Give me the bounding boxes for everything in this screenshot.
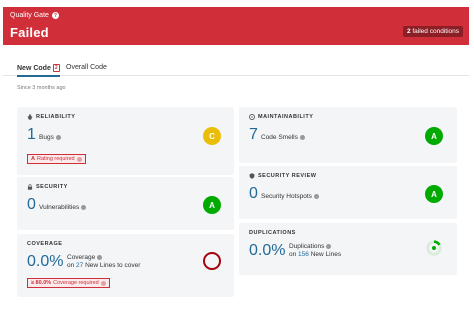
coverage-label: Coverage xyxy=(67,254,96,261)
shield-icon xyxy=(249,173,255,179)
info-icon[interactable] xyxy=(97,255,103,260)
security-hotspots-value[interactable]: 0 xyxy=(249,185,258,203)
coverage-lines-link[interactable]: 27 xyxy=(76,262,83,269)
duplications-metric: Duplications on 156 New Lines xyxy=(289,243,341,258)
coverage-condition-prefix: ≥ 80.0% xyxy=(31,280,52,286)
tab-new-code-label: New Code xyxy=(17,65,51,72)
reliability-condition-text: Rating required xyxy=(36,156,75,162)
code-smells-label: Code Smells xyxy=(261,134,298,141)
maintainability-card: MAINTAINABILITY 7 Code Smells A xyxy=(239,107,457,163)
duplications-card: DUPLICATIONS 0.0% Duplications on 156 Ne… xyxy=(239,223,457,275)
coverage-condition-text: Coverage required xyxy=(53,280,99,286)
quality-gate-status: Failed xyxy=(10,25,49,40)
vulnerabilities-metric: Vulnerabilities xyxy=(39,204,87,211)
tab-new-code[interactable]: New Code 2 xyxy=(17,64,60,77)
maintainability-title: MAINTAINABILITY xyxy=(249,114,313,120)
quality-gate-title: Quality Gate xyxy=(10,12,49,19)
help-icon[interactable]: ? xyxy=(51,12,59,19)
reliability-card: RELIABILITY 1 Bugs C A Rating required xyxy=(17,107,234,175)
security-review-rating[interactable]: A xyxy=(425,185,443,203)
vulnerabilities-value[interactable]: 0 xyxy=(27,196,36,214)
duplications-donut-icon xyxy=(426,240,442,256)
failed-conditions-count: 2 xyxy=(406,28,411,35)
coverage-title: COVERAGE xyxy=(27,241,63,247)
security-hotspots-label: Security Hotspots xyxy=(261,193,312,200)
duplications-value[interactable]: 0.0% xyxy=(249,242,285,260)
code-smells-metric: Code Smells xyxy=(261,134,305,141)
coverage-condition-badge: ≥ 80.0% Coverage required xyxy=(27,278,110,288)
info-icon[interactable] xyxy=(55,135,61,140)
security-hotspots-metric: Security Hotspots xyxy=(261,193,319,200)
code-smells-value[interactable]: 7 xyxy=(249,126,258,144)
tab-overall-code[interactable]: Overall Code xyxy=(66,64,107,71)
info-icon[interactable] xyxy=(313,194,319,199)
duplications-on-prefix: on xyxy=(289,251,297,258)
tab-new-code-badge: 2 xyxy=(52,64,60,72)
bugs-metric: Bugs xyxy=(39,134,61,141)
security-title: SECURITY xyxy=(27,184,68,190)
coverage-on-prefix: on xyxy=(67,262,75,269)
security-rating[interactable]: A xyxy=(203,196,221,214)
info-icon[interactable] xyxy=(299,135,305,140)
reliability-rating[interactable]: C xyxy=(203,127,221,145)
security-title-label: SECURITY xyxy=(36,184,68,190)
security-review-card: SECURITY REVIEW 0 Security Hotspots A xyxy=(239,166,457,219)
security-card: SECURITY 0 Vulnerabilities A xyxy=(17,177,234,230)
info-icon[interactable] xyxy=(76,156,82,162)
vulnerabilities-label: Vulnerabilities xyxy=(39,204,80,211)
info-icon[interactable] xyxy=(81,205,87,210)
duplications-lines-link[interactable]: 156 xyxy=(298,251,309,258)
code-tabs: New Code 2 Overall Code xyxy=(3,60,469,77)
coverage-lines-text: New Lines to cover xyxy=(85,262,141,269)
gauge-icon xyxy=(249,114,255,120)
bug-icon xyxy=(27,114,33,120)
reliability-title-label: RELIABILITY xyxy=(36,114,76,120)
coverage-metric: Coverage on 27 New Lines to cover xyxy=(67,254,140,269)
maintainability-rating[interactable]: A xyxy=(425,127,443,145)
duplications-title: DUPLICATIONS xyxy=(249,230,296,236)
reliability-condition-prefix: A xyxy=(31,156,35,162)
coverage-ring-icon xyxy=(203,252,221,270)
reliability-title: RELIABILITY xyxy=(27,114,75,120)
failed-conditions-text: failed conditions xyxy=(412,28,459,35)
bugs-value[interactable]: 1 xyxy=(27,126,36,144)
lock-icon xyxy=(27,184,33,190)
duplications-lines-text: New Lines xyxy=(310,251,342,258)
maintainability-title-label: MAINTAINABILITY xyxy=(258,114,314,120)
duplications-label: Duplications xyxy=(289,243,325,250)
security-review-title: SECURITY REVIEW xyxy=(249,173,316,179)
quality-gate-label: Quality Gate ? xyxy=(10,12,59,19)
security-review-title-label: SECURITY REVIEW xyxy=(258,173,317,179)
coverage-value[interactable]: 0.0% xyxy=(27,253,63,271)
failed-conditions-badge[interactable]: 2 failed conditions xyxy=(402,26,463,37)
info-icon[interactable] xyxy=(100,280,106,286)
reliability-condition-badge: A Rating required xyxy=(27,154,86,164)
quality-gate-banner: Quality Gate ? Failed 2 failed condition… xyxy=(3,7,469,45)
info-icon[interactable] xyxy=(326,244,332,249)
new-code-period: Since 3 months ago xyxy=(17,85,66,91)
bugs-label: Bugs xyxy=(39,134,54,141)
coverage-card: COVERAGE 0.0% Coverage on 27 New Lines t… xyxy=(17,234,234,297)
